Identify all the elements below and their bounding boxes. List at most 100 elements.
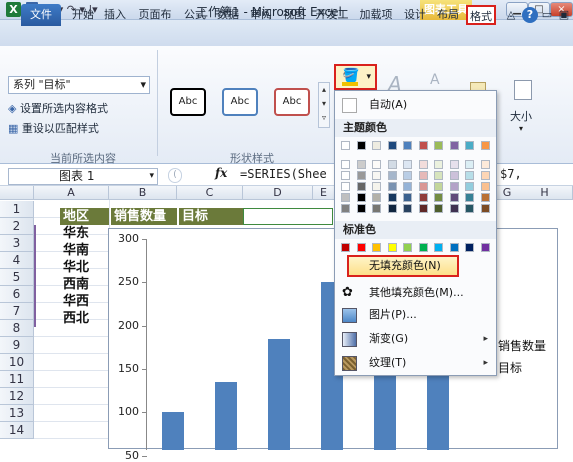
standard-color-swatch[interactable]: [356, 243, 366, 252]
theme-color-swatch[interactable]: [434, 193, 443, 202]
row-header[interactable]: 5: [0, 269, 34, 286]
row-header[interactable]: 1: [0, 201, 34, 218]
row-header[interactable]: 13: [0, 405, 34, 422]
theme-color-swatch[interactable]: [341, 182, 350, 191]
cell-region[interactable]: 华南: [60, 242, 89, 259]
theme-color-swatch[interactable]: [465, 141, 474, 150]
shape-fill-button[interactable]: 🪣 ▾: [334, 64, 377, 90]
theme-color-swatch[interactable]: [356, 171, 366, 180]
standard-color-swatch[interactable]: [418, 243, 428, 252]
standard-color-swatch[interactable]: [387, 243, 397, 252]
theme-color-swatch[interactable]: [387, 193, 397, 202]
theme-color-swatch[interactable]: [341, 160, 350, 169]
theme-color-swatch[interactable]: [403, 182, 412, 191]
tab-format[interactable]: 格式: [466, 5, 496, 25]
theme-color-swatch[interactable]: [418, 182, 428, 191]
theme-color-swatch[interactable]: [341, 171, 350, 180]
menu-item-picture[interactable]: 图片(P)...: [335, 305, 496, 325]
tab-review[interactable]: 审阅: [246, 5, 276, 25]
menu-item-gradient[interactable]: 渐变(G) ▸: [335, 329, 496, 349]
cell-region[interactable]: 西北: [60, 310, 89, 327]
cell-region[interactable]: 华西: [60, 293, 89, 310]
tab-addins[interactable]: 加载项: [356, 5, 396, 25]
tab-design[interactable]: 设计: [400, 5, 430, 25]
row-header[interactable]: 8: [0, 320, 34, 337]
theme-color-swatch[interactable]: [418, 141, 428, 150]
row-header[interactable]: 2: [0, 218, 34, 235]
standard-color-swatch[interactable]: [449, 243, 459, 252]
theme-color-swatch[interactable]: [449, 193, 459, 202]
theme-color-swatch[interactable]: [434, 171, 443, 180]
tab-view[interactable]: 视图: [279, 5, 309, 25]
cell-header-sales[interactable]: 销售数量: [111, 208, 177, 225]
chart-bar[interactable]: [427, 364, 449, 450]
standard-color-swatch[interactable]: [480, 243, 490, 252]
formula-input[interactable]: =SERIES(Shee: [240, 167, 327, 181]
theme-color-swatch[interactable]: [465, 193, 474, 202]
chart-bar[interactable]: [268, 338, 290, 450]
menu-item-texture[interactable]: 纹理(T) ▸: [335, 353, 496, 373]
theme-color-swatch[interactable]: [480, 193, 490, 202]
theme-color-swatch[interactable]: [434, 141, 443, 150]
theme-color-swatch[interactable]: [372, 141, 381, 150]
theme-color-swatch[interactable]: [372, 160, 381, 169]
tab-home[interactable]: 开始: [68, 5, 98, 25]
restore-icon[interactable]: ▭: [541, 5, 553, 25]
row-header[interactable]: 7: [0, 303, 34, 320]
tab-data[interactable]: 数据: [213, 5, 243, 25]
theme-color-swatch[interactable]: [418, 204, 428, 213]
theme-color-swatch[interactable]: [449, 160, 459, 169]
menu-item-more-colors[interactable]: ✿ 其他填充颜色(M)...: [335, 283, 496, 303]
tab-insert[interactable]: 插入: [100, 5, 130, 25]
theme-color-swatch[interactable]: [480, 171, 490, 180]
column-header[interactable]: E: [313, 186, 335, 200]
theme-color-swatch[interactable]: [465, 171, 474, 180]
row-header[interactable]: 4: [0, 252, 34, 269]
row-header[interactable]: 12: [0, 388, 34, 405]
menu-item-no-fill[interactable]: 无填充颜色(N): [335, 256, 496, 276]
theme-color-swatch[interactable]: [403, 193, 412, 202]
cell-header-target[interactable]: 目标: [179, 208, 243, 225]
tab-file[interactable]: 文件: [21, 4, 61, 26]
theme-color-swatch[interactable]: [418, 193, 428, 202]
theme-color-swatch[interactable]: [480, 204, 490, 213]
theme-color-swatch[interactable]: [465, 204, 474, 213]
theme-color-swatch[interactable]: [403, 141, 412, 150]
row-header[interactable]: 14: [0, 422, 34, 439]
column-header[interactable]: G: [497, 186, 517, 200]
theme-color-swatch[interactable]: [434, 182, 443, 191]
size-button[interactable]: 大小: [510, 108, 532, 124]
size-icon[interactable]: [514, 80, 532, 100]
tab-developer[interactable]: 开发工: [312, 5, 352, 25]
theme-color-swatch[interactable]: [465, 182, 474, 191]
row-header[interactable]: 10: [0, 354, 34, 371]
name-box[interactable]: 图表 1 ▾: [8, 168, 158, 185]
theme-color-swatch[interactable]: [480, 160, 490, 169]
reset-style-button[interactable]: ▦ 重设以匹配样式: [8, 120, 99, 136]
series-selector[interactable]: 系列 "目标" ▾: [8, 76, 150, 94]
theme-color-swatch[interactable]: [403, 204, 412, 213]
theme-color-swatch[interactable]: [356, 141, 366, 150]
theme-color-swatch[interactable]: [341, 193, 350, 202]
column-header[interactable]: D: [243, 186, 313, 200]
theme-color-swatch[interactable]: [465, 160, 474, 169]
tab-page-layout[interactable]: 页面布: [134, 5, 176, 25]
theme-color-swatch[interactable]: [434, 160, 443, 169]
theme-color-swatch[interactable]: [480, 141, 490, 150]
theme-color-swatch[interactable]: [387, 182, 397, 191]
formula-cancel-icon[interactable]: (: [168, 168, 182, 183]
legend-item-target[interactable]: 目标: [498, 359, 522, 376]
text-outline-icon[interactable]: A: [430, 72, 440, 88]
theme-color-swatch[interactable]: [356, 193, 366, 202]
cell-region[interactable]: 华东: [60, 225, 89, 242]
theme-color-swatch[interactable]: [372, 204, 381, 213]
standard-color-swatch[interactable]: [465, 243, 474, 252]
theme-color-swatch[interactable]: [356, 204, 366, 213]
insert-function-button[interactable]: fx: [215, 166, 227, 180]
standard-color-swatch[interactable]: [372, 243, 381, 252]
row-header[interactable]: 6: [0, 286, 34, 303]
column-header[interactable]: C: [177, 186, 243, 200]
legend-item-sales[interactable]: 销售数量: [498, 337, 546, 354]
theme-color-swatch[interactable]: [341, 141, 350, 150]
theme-color-swatch[interactable]: [387, 160, 397, 169]
